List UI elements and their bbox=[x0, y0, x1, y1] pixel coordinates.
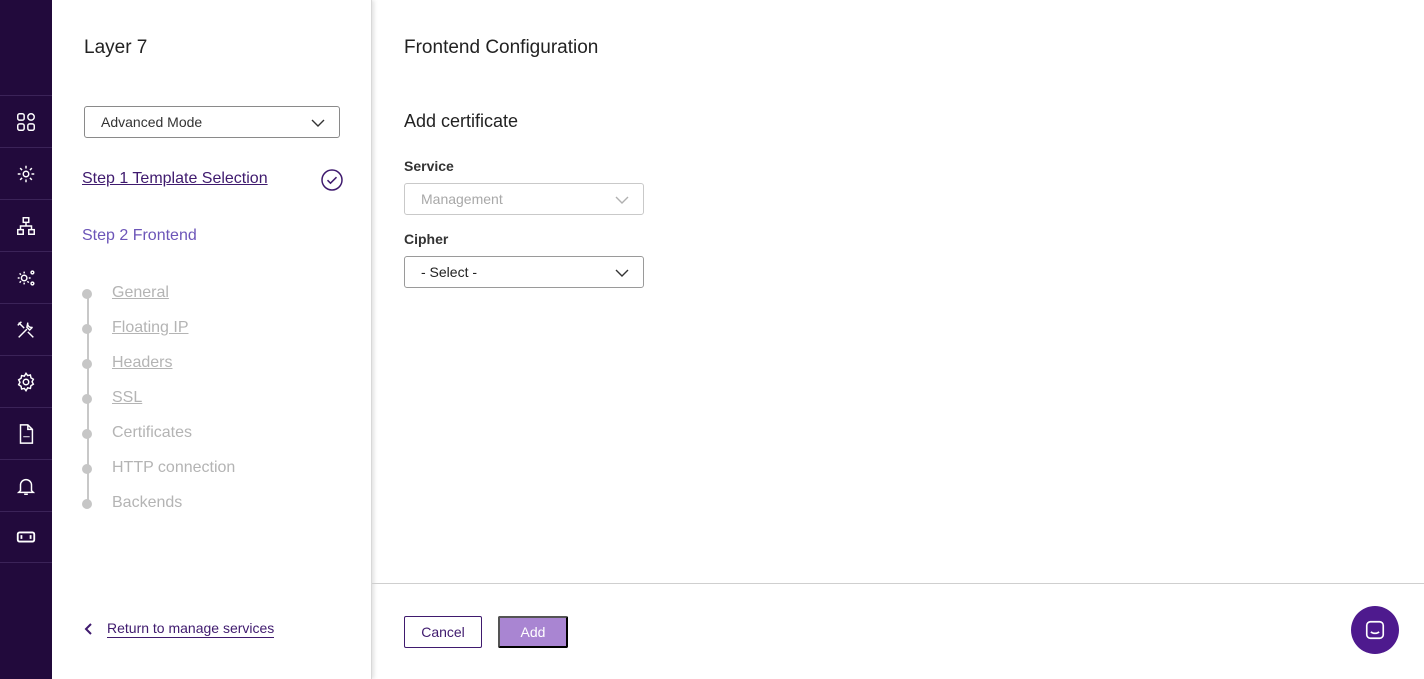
rail-item-dashboard[interactable] bbox=[0, 95, 52, 147]
return-to-services-link[interactable]: Return to manage services bbox=[82, 620, 275, 638]
substep-dot bbox=[82, 429, 92, 439]
sidebar-title: Layer 7 bbox=[84, 37, 148, 58]
add-button[interactable]: Add bbox=[498, 616, 568, 648]
wizard-sidebar: Layer 7 Advanced Mode Step 1 Template Se… bbox=[52, 0, 372, 679]
network-topology-icon bbox=[17, 216, 35, 235]
substep-label: Headers bbox=[112, 354, 173, 371]
cipher-select[interactable]: - Select - bbox=[404, 256, 644, 288]
service-select-value: Management bbox=[421, 191, 503, 207]
rail-item-notifications[interactable] bbox=[0, 459, 52, 511]
substep-headers[interactable]: Headers bbox=[82, 352, 342, 376]
cancel-button[interactable]: Cancel bbox=[404, 616, 482, 648]
substep-label: SSL bbox=[112, 389, 143, 406]
tools-icon bbox=[17, 320, 34, 338]
substep-backends: Backends bbox=[82, 492, 342, 516]
substep-general[interactable]: General bbox=[82, 282, 342, 306]
page-title: Frontend Configuration bbox=[404, 37, 599, 58]
substep-floating-ip[interactable]: Floating IP bbox=[82, 317, 342, 341]
service-select: Management bbox=[404, 183, 644, 215]
substep-dot bbox=[82, 289, 92, 299]
rail-item-advanced-settings[interactable] bbox=[0, 251, 52, 303]
cipher-label: Cipher bbox=[404, 231, 449, 247]
substep-label: Certificates bbox=[112, 424, 193, 441]
substep-dot bbox=[82, 394, 92, 404]
section-title: Add certificate bbox=[404, 111, 519, 131]
ticket-icon bbox=[16, 531, 36, 543]
rail-item-settings[interactable] bbox=[0, 355, 52, 407]
substep-dot bbox=[82, 324, 92, 334]
log-file-icon bbox=[19, 423, 34, 444]
mode-select[interactable]: Advanced Mode bbox=[84, 106, 340, 138]
return-link-label: Return to manage services bbox=[107, 620, 275, 638]
mode-select-value: Advanced Mode bbox=[101, 114, 203, 130]
step-1-link[interactable]: Step 1 Template Selection bbox=[82, 170, 268, 188]
cipher-select-value: - Select - bbox=[421, 264, 478, 280]
substep-dot bbox=[82, 464, 92, 474]
left-nav-rail bbox=[0, 0, 52, 679]
substep-http-connection: HTTP connection bbox=[82, 457, 342, 481]
substep-label: Floating IP bbox=[112, 319, 189, 336]
chevron-down-icon bbox=[311, 119, 325, 127]
chevron-down-icon bbox=[615, 269, 629, 277]
chat-icon bbox=[1365, 620, 1385, 640]
substep-ssl[interactable]: SSL bbox=[82, 387, 342, 411]
substep-certificates: Certificates bbox=[82, 422, 342, 446]
advanced-settings-icon bbox=[17, 269, 35, 286]
substep-label: Backends bbox=[112, 494, 183, 511]
substep-dot bbox=[82, 359, 92, 369]
substep-dot bbox=[82, 499, 92, 509]
services-gear-icon bbox=[17, 165, 35, 182]
footer-divider bbox=[372, 583, 1424, 584]
substep-label: HTTP connection bbox=[112, 459, 236, 476]
step-2-label[interactable]: Step 2 Frontend bbox=[82, 227, 197, 245]
chevron-down-icon bbox=[615, 196, 629, 204]
service-label: Service bbox=[404, 158, 454, 174]
dashboard-grid-icon bbox=[17, 112, 35, 131]
chevron-left-icon bbox=[84, 623, 92, 635]
rail-item-tickets[interactable] bbox=[0, 511, 52, 563]
check-circle-icon bbox=[321, 169, 343, 191]
notifications-bell-icon bbox=[16, 478, 36, 495]
settings-gear-icon bbox=[17, 371, 35, 392]
rail-item-logs[interactable] bbox=[0, 407, 52, 459]
chat-launcher-button[interactable] bbox=[1351, 606, 1399, 654]
rail-item-network[interactable] bbox=[0, 199, 52, 251]
rail-item-tools[interactable] bbox=[0, 303, 52, 355]
substep-label: General bbox=[112, 284, 169, 301]
rail-item-services[interactable] bbox=[0, 147, 52, 199]
